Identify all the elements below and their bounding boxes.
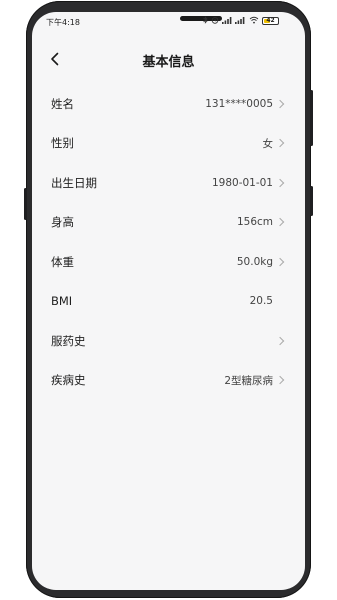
- row-label: 服药史: [51, 333, 86, 348]
- row-medication-history[interactable]: 服药史: [32, 321, 305, 361]
- status-time: 下午4:18: [46, 18, 80, 27]
- row-bmi: BMI 20.5: [32, 282, 305, 322]
- row-label: 出生日期: [51, 175, 97, 190]
- info-list: 姓名 131****0005 性别 女 出生日期 1980-01-01 身高 1…: [32, 84, 305, 400]
- signal-icon: [222, 16, 232, 26]
- row-label: 身高: [51, 215, 74, 230]
- row-value: 131****0005: [205, 97, 273, 110]
- row-value: 50.0kg: [236, 255, 273, 268]
- page-title: 基本信息: [142, 55, 195, 70]
- volume-button: [24, 188, 27, 220]
- row-weight[interactable]: 体重 50.0kg: [32, 242, 305, 282]
- row-height[interactable]: 身高 156cm: [32, 203, 305, 243]
- status-icons: 42: [203, 16, 279, 26]
- hd-signal-icon: [235, 16, 246, 26]
- row-label: 体重: [51, 254, 74, 269]
- row-label: 姓名: [51, 96, 74, 111]
- row-gender[interactable]: 性别 女: [32, 124, 305, 164]
- power-button: [310, 90, 313, 146]
- battery-level: 42: [266, 17, 275, 24]
- row-birthdate[interactable]: 出生日期 1980-01-01: [32, 163, 305, 203]
- alarm-icon: [211, 16, 219, 26]
- chevron-right-icon: [275, 99, 285, 108]
- row-name[interactable]: 姓名 131****0005: [32, 84, 305, 124]
- status-bar: 下午4:18 42: [32, 12, 305, 30]
- row-value: 20.5: [249, 295, 273, 308]
- wifi-icon: [249, 16, 259, 26]
- row-value: 1980-01-01: [211, 176, 273, 189]
- chevron-right-icon: [275, 139, 285, 148]
- row-value: 156cm: [236, 216, 273, 229]
- page-header: 基本信息: [32, 44, 305, 74]
- row-label: 疾病史: [51, 373, 86, 388]
- row-label: BMI: [51, 294, 73, 309]
- row-value: 2型糖尿病: [224, 374, 273, 387]
- chevron-right-icon: [275, 218, 285, 227]
- row-label: 性别: [51, 136, 74, 151]
- chevron-right-icon: [275, 257, 285, 266]
- row-disease-history[interactable]: 疾病史 2型糖尿病: [32, 361, 305, 401]
- bluetooth-icon: [203, 16, 208, 26]
- chevron-right-icon: [275, 336, 285, 345]
- app-screen: 下午4:18 42 基本信息 姓名 131****0005 性别 女 出生日期 …: [32, 12, 305, 590]
- side-button: [310, 186, 313, 216]
- row-value: 女: [262, 137, 274, 150]
- battery-icon: 42: [262, 17, 279, 25]
- chevron-right-icon: [275, 376, 285, 385]
- chevron-right-icon: [275, 178, 285, 187]
